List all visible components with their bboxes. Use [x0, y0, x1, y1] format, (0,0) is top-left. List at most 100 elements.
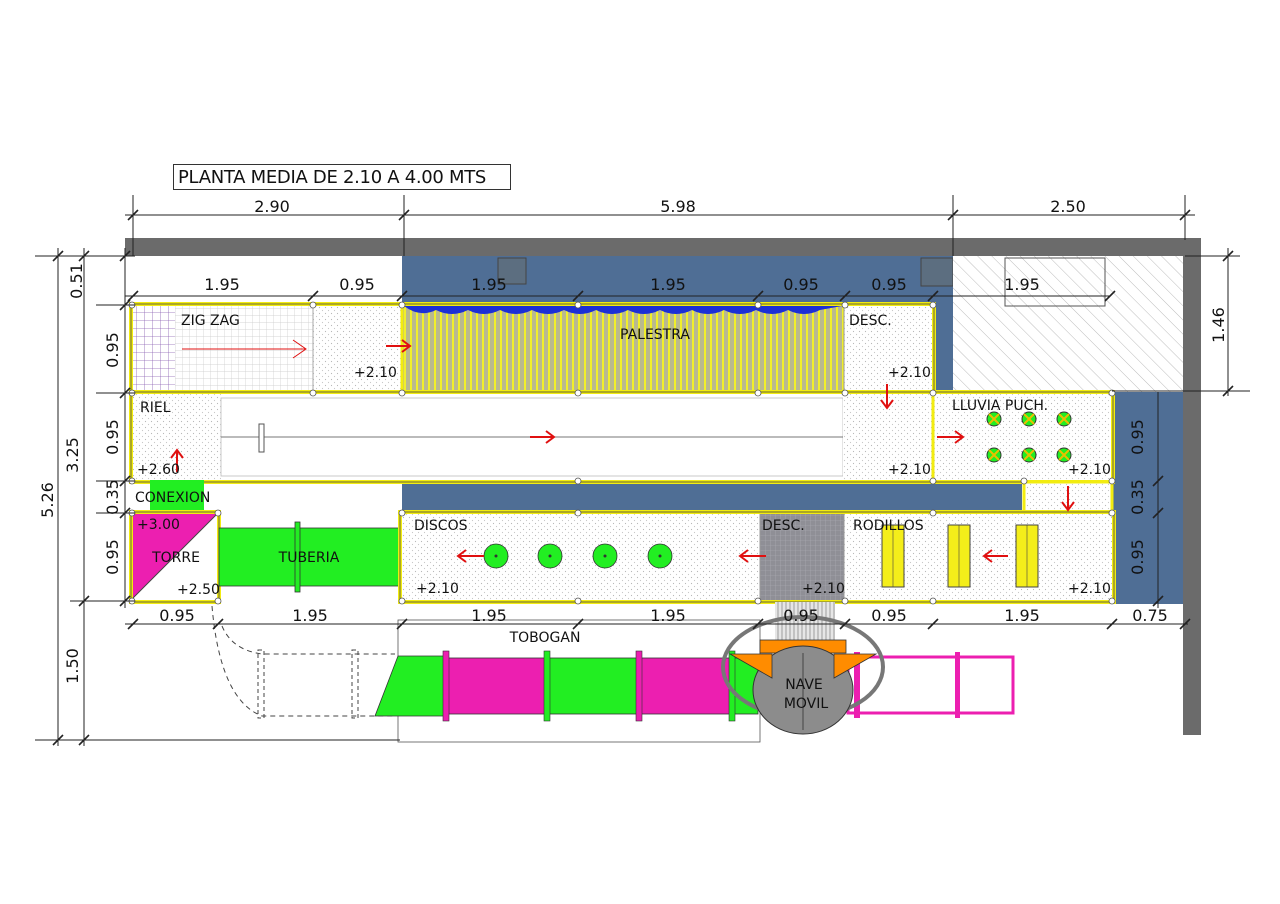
roller [1015, 524, 1039, 588]
slide-ring-1 [442, 650, 450, 722]
dim-right-2: 0.95 [1128, 419, 1147, 455]
dim-left-mid-1: 3.25 [63, 437, 82, 473]
label-desc-bottom: DESC. [762, 518, 805, 534]
floor-plan: 2.90 5.98 2.50 1.95 0.95 1.95 1.95 0.95 … [35, 195, 1250, 746]
dim-bottom-5: 0.95 [783, 606, 819, 625]
node [929, 477, 937, 485]
label-lluvia: LLUVIA PUCH. [952, 398, 1048, 414]
dim-bottom-4: 1.95 [650, 606, 686, 625]
dim-left-outer: 5.26 [38, 482, 57, 518]
right-blue-column [1112, 392, 1183, 604]
disc [483, 543, 509, 569]
dim-top-2: 5.98 [660, 197, 696, 216]
disc [592, 543, 618, 569]
level-desc-bottom: +2.10 [802, 581, 845, 597]
node [574, 597, 582, 605]
level-rodillos: +2.10 [1068, 581, 1111, 597]
right-slide [846, 655, 1015, 715]
disc [537, 543, 563, 569]
dim-bottom-6: 0.95 [871, 606, 907, 625]
node [929, 301, 937, 309]
dashed-frame-1 [257, 649, 265, 719]
node [398, 301, 406, 309]
riel-trolley [258, 423, 265, 453]
node [841, 301, 849, 309]
lluvia-bulb [986, 447, 1002, 463]
label-movil: MOVIL [784, 696, 829, 712]
dim-bottom-1: 0.95 [159, 606, 195, 625]
right-slide-ring-2 [955, 652, 960, 718]
level-zigzag: +2.10 [354, 365, 397, 381]
level-discos: +2.10 [416, 581, 459, 597]
dim-right-1: 1.46 [1209, 307, 1228, 343]
label-discos: DISCOS [414, 518, 468, 534]
level-torre-top: +3.00 [137, 517, 180, 533]
node [754, 301, 762, 309]
label-desc-top: DESC. [849, 313, 892, 329]
lluvia-bulb [1056, 447, 1072, 463]
hatched-area [953, 256, 1183, 392]
dim-row1-4: 1.95 [650, 275, 686, 294]
node [574, 389, 582, 397]
node [574, 301, 582, 309]
slide-seg-2 [547, 657, 639, 715]
level-desc-top: +2.10 [888, 365, 931, 381]
dim-left-inner-1: 0.51 [67, 263, 86, 299]
dim-left-inner-4: 0.35 [103, 479, 122, 515]
node [398, 597, 406, 605]
palestra-area [402, 306, 844, 392]
level-lluvia: +2.10 [1068, 462, 1111, 478]
dim-left-mid-2: 1.50 [63, 648, 82, 684]
dim-row1-3: 1.95 [471, 275, 507, 294]
label-rodillos: RODILLOS [853, 518, 924, 534]
label-zigzag: ZIG ZAG [181, 313, 240, 329]
node [1020, 477, 1028, 485]
slide-entry [374, 655, 445, 717]
node [929, 509, 937, 517]
dashed-frame-2 [351, 649, 359, 719]
roller [947, 524, 971, 588]
slide-ring-3 [635, 650, 643, 722]
node [574, 477, 582, 485]
dim-bottom-8: 0.75 [1132, 606, 1168, 625]
dim-row1-6: 0.95 [871, 275, 907, 294]
zigzag-grid-cell [133, 306, 175, 392]
label-conexion: CONEXION [135, 490, 210, 506]
node [309, 389, 317, 397]
level-riel: +2.60 [137, 462, 180, 478]
label-palestra: PALESTRA [620, 327, 690, 343]
node [1108, 477, 1116, 485]
dim-bottom-7: 1.95 [1004, 606, 1040, 625]
dim-row1-2: 0.95 [339, 275, 375, 294]
node [214, 509, 222, 517]
dim-top-1: 2.90 [254, 197, 290, 216]
roller [881, 524, 905, 588]
node [398, 389, 406, 397]
node [1108, 597, 1116, 605]
lluvia-bulb [1056, 411, 1072, 427]
label-nave: NAVE [785, 677, 823, 693]
node [574, 509, 582, 517]
slide-seg-1 [447, 657, 547, 715]
node [754, 597, 762, 605]
middle-blue-band [402, 482, 1022, 510]
dim-left-inner-3: 0.95 [103, 419, 122, 455]
level-desc-mid: +2.10 [888, 462, 931, 478]
dim-right-3: 0.35 [1128, 479, 1147, 515]
lluvia-bulb [986, 411, 1002, 427]
node [398, 509, 406, 517]
dim-bottom-3: 1.95 [471, 606, 507, 625]
column-block-2 [920, 257, 954, 287]
right-wall [1183, 238, 1201, 735]
node [841, 597, 849, 605]
dim-right-4: 0.95 [1128, 539, 1147, 575]
node [929, 389, 937, 397]
node [929, 597, 937, 605]
node [309, 301, 317, 309]
dim-top-3: 2.50 [1050, 197, 1086, 216]
top-wall [125, 238, 1201, 256]
dim-row1-5: 0.95 [783, 275, 819, 294]
slide-ring-2 [543, 650, 551, 722]
node [214, 597, 222, 605]
slide-seg-3 [639, 657, 733, 715]
